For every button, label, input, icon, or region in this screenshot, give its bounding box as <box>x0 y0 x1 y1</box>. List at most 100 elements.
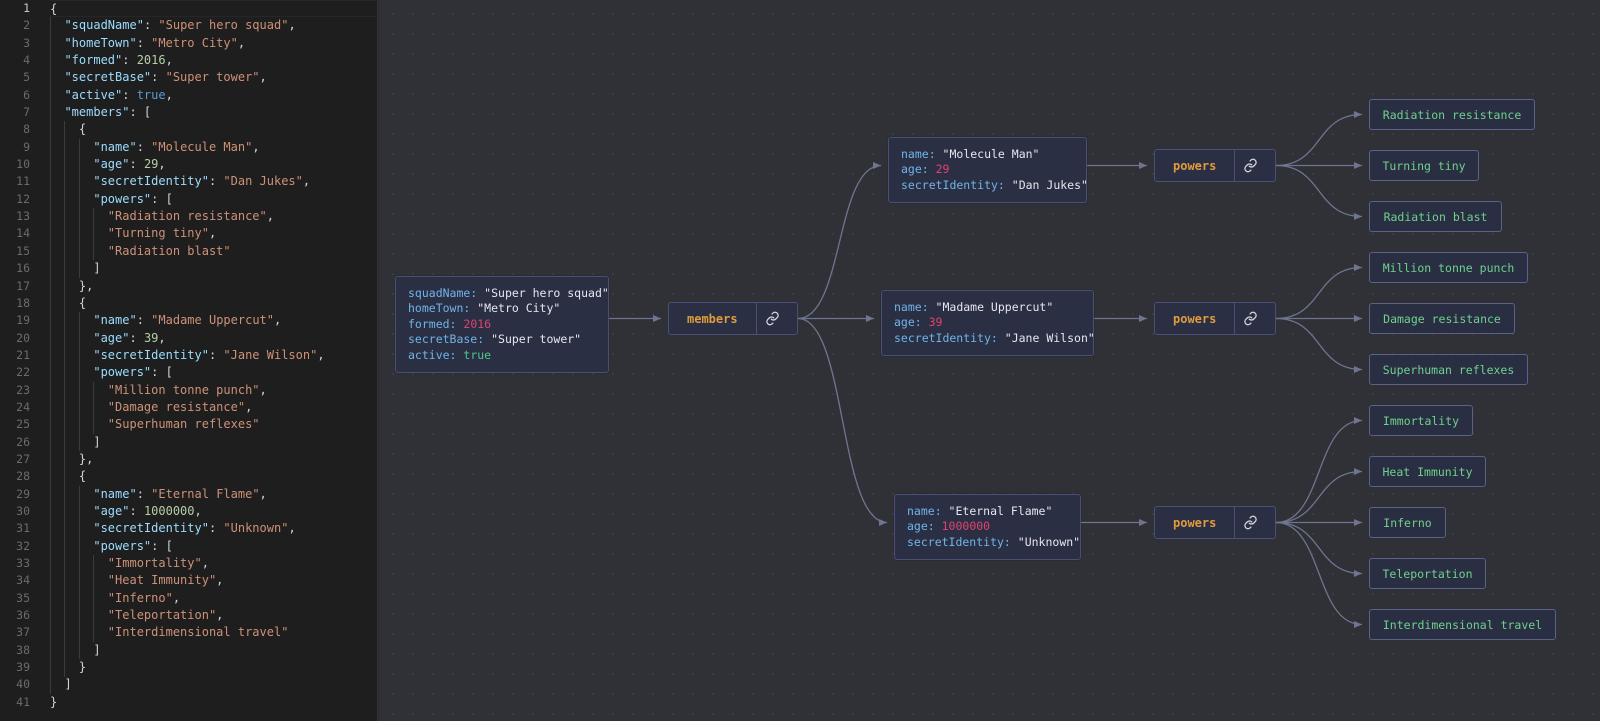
graph-leaf-node[interactable]: Superhuman reflexes <box>1369 354 1528 385</box>
node-property-row: name: "Eternal Flame" <box>907 504 1068 519</box>
graph-leaf-node[interactable]: Million tonne punch <box>1369 252 1528 283</box>
token-bool: true <box>136 87 166 102</box>
code-line[interactable]: "members": [ <box>50 104 378 121</box>
graph-leaf-node[interactable]: Damage resistance <box>1369 303 1515 334</box>
code-line[interactable]: } <box>50 694 378 711</box>
code-line[interactable]: "name": "Madame Uppercut", <box>50 312 378 329</box>
code-line[interactable]: "Inferno", <box>50 590 378 607</box>
chain-link-icon[interactable] <box>1234 507 1266 538</box>
token-punc: : <box>208 521 224 536</box>
line-number: 8 <box>23 122 30 137</box>
graph-edge <box>1275 317 1363 374</box>
code-line[interactable]: "squadName": "Super hero squad", <box>50 17 378 34</box>
line-number: 25 <box>16 417 30 432</box>
token-str: "Immortality" <box>107 556 202 570</box>
chain-link-icon[interactable] <box>755 303 788 334</box>
code-line[interactable]: } <box>50 659 378 676</box>
code-line[interactable]: { <box>50 468 378 485</box>
code-content[interactable]: { "squadName": "Super hero squad", "home… <box>38 0 378 711</box>
code-line[interactable]: "secretIdentity": "Unknown", <box>50 520 378 537</box>
code-line[interactable]: "Radiation resistance", <box>50 208 378 225</box>
chain-link-icon[interactable] <box>1234 303 1266 334</box>
property-key: homeTown: <box>408 301 478 316</box>
token-punc: , <box>245 399 253 414</box>
graph-object-node[interactable]: name: "Molecule Man" age: 29 secretIdentit… <box>888 137 1088 204</box>
graph-leaf-node[interactable]: Radiation blast <box>1369 201 1502 232</box>
code-line[interactable]: "Interdimensional travel" <box>50 624 378 641</box>
graph-link-node-powers[interactable]: powers <box>1154 302 1276 335</box>
code-line[interactable]: "Million tonne punch", <box>50 382 378 399</box>
graph-leaf-node[interactable]: Inferno <box>1369 507 1446 538</box>
link-node-label: powers <box>1173 515 1217 530</box>
code-line[interactable]: "powers": [ <box>50 191 378 208</box>
line-number: 27 <box>16 451 30 466</box>
graph-object-node[interactable]: name: "Madame Uppercut" age: 39 secretIden… <box>881 290 1095 357</box>
code-line[interactable]: }, <box>50 451 378 468</box>
code-line[interactable]: "active": true, <box>50 87 378 104</box>
line-number-gutter: 1 2 3 4 5 6 7 8 9 10 11 12 13 14 15 16 17 18 19 20 21 22 23 24 2… <box>0 0 38 711</box>
json-editor-pane[interactable]: 1 2 3 4 5 6 7 8 9 10 11 12 13 14 15 16 17 18 19 20 21 22 23 24 2… <box>0 0 379 721</box>
token-key: "active" <box>64 87 123 102</box>
graph-link-node-members[interactable]: members <box>668 302 798 335</box>
graph-canvas[interactable]: squadName: "Super hero squad" homeTown: "… <box>379 0 1600 721</box>
code-line[interactable]: "name": "Eternal Flame", <box>50 486 378 503</box>
graph-link-node-powers[interactable]: powers <box>1154 149 1276 182</box>
code-line[interactable]: "powers": [ <box>50 364 378 381</box>
code-line[interactable]: "Immortality", <box>50 555 378 572</box>
token-punc: , <box>201 556 209 570</box>
code-line[interactable]: "Radiation blast" <box>50 243 378 260</box>
code-line[interactable]: "age": 29, <box>50 156 378 173</box>
token-punc: , <box>252 139 260 154</box>
code-line[interactable]: "secretBase": "Super tower", <box>50 69 378 86</box>
code-line[interactable]: "secretIdentity": "Dan Jukes", <box>50 173 378 190</box>
code-line[interactable]: { <box>50 295 378 312</box>
graph-leaf-node[interactable]: Interdimensional travel <box>1369 609 1556 640</box>
graph-leaf-node[interactable]: Heat Immunity <box>1369 456 1486 487</box>
graph-leaf-node[interactable]: Teleportation <box>1369 558 1486 589</box>
graph-link-node-powers[interactable]: powers <box>1154 506 1276 539</box>
code-line[interactable]: "Heat Immunity", <box>50 572 378 589</box>
code-line[interactable]: "Damage resistance", <box>50 399 378 416</box>
code-line[interactable]: "Teleportation", <box>50 607 378 624</box>
chain-link-icon[interactable] <box>1234 150 1266 181</box>
line-number: 6 <box>23 87 30 102</box>
code-line[interactable]: "Superhuman reflexes" <box>50 416 378 433</box>
line-number: 14 <box>16 226 30 241</box>
code-line[interactable]: ] <box>50 642 378 659</box>
leaf-node-label: Superhuman reflexes <box>1382 362 1515 377</box>
graph-leaf-node[interactable]: Turning tiny <box>1369 150 1479 181</box>
code-line[interactable]: }, <box>50 278 378 295</box>
code-line[interactable]: ] <box>50 434 378 451</box>
code-line[interactable]: "secretIdentity": "Jane Wilson", <box>50 347 378 364</box>
token-punc: } <box>50 694 58 709</box>
code-line[interactable]: "Turning tiny", <box>50 225 378 242</box>
graph-leaf-node[interactable]: Radiation resistance <box>1369 99 1535 130</box>
node-property-row: active: true <box>408 348 596 363</box>
leaf-node-label: Million tonne punch <box>1382 260 1515 275</box>
code-line[interactable]: ] <box>50 260 378 277</box>
code-line[interactable]: "age": 39, <box>50 330 378 347</box>
token-punc: , <box>158 330 166 345</box>
code-line[interactable]: ] <box>50 676 378 693</box>
token-punc: , <box>266 209 274 224</box>
graph-edge <box>1275 110 1363 167</box>
code-line[interactable]: "name": "Molecule Man", <box>50 139 378 156</box>
code-line[interactable]: "age": 1000000, <box>50 503 378 520</box>
code-line[interactable]: "powers": [ <box>50 538 378 555</box>
code-line[interactable]: "homeTown": "Metro City", <box>50 35 378 52</box>
code-line[interactable]: { <box>50 0 378 18</box>
graph-object-node[interactable]: squadName: "Super hero squad" homeTown: "… <box>395 276 609 374</box>
editor-scrollbar[interactable] <box>377 0 378 721</box>
graph-object-node[interactable]: name: "Eternal Flame" age: 1000000 secretI… <box>894 494 1081 561</box>
code-area[interactable]: 1 2 3 4 5 6 7 8 9 10 11 12 13 14 15 16 17 18 19 20 21 22 23 24 2… <box>0 0 378 711</box>
node-property-row: secretIdentity: "Unknown" <box>907 535 1080 550</box>
graph-leaf-node[interactable]: Immortality <box>1369 405 1473 436</box>
line-number: 22 <box>16 365 30 380</box>
line-number: 40 <box>16 677 30 692</box>
code-line[interactable]: { <box>50 121 378 138</box>
code-line[interactable]: "formed": 2016, <box>50 52 378 69</box>
